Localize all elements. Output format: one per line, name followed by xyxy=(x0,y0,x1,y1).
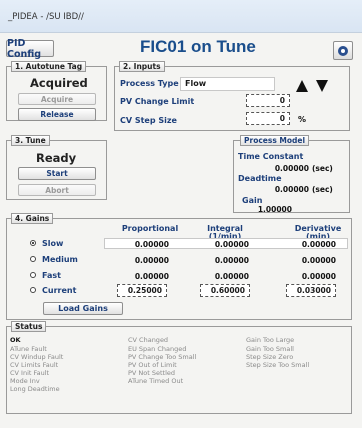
process-type-label: Process Type xyxy=(120,79,179,88)
status-item: Gain Too Small xyxy=(246,345,294,353)
slow-i: 0.00000 xyxy=(214,240,249,249)
pv-change-limit-field[interactable]: 0 xyxy=(246,94,290,107)
status-item: Step Size Zero xyxy=(246,353,294,361)
medium-d: 0.00000 xyxy=(301,256,336,265)
tune-status: Ready xyxy=(36,151,77,165)
medium-p: 0.00000 xyxy=(134,256,169,265)
deadtime-label: Deadtime xyxy=(238,174,282,183)
inputs-group-label: 2. Inputs xyxy=(119,61,165,72)
pid-config-button[interactable]: PID Config xyxy=(6,38,54,60)
medium-i: 0.00000 xyxy=(214,256,249,265)
slow-d: 0.00000 xyxy=(301,240,336,249)
autotune-status: Acquired xyxy=(30,76,88,90)
page-title: FIC01 on Tune xyxy=(140,37,256,56)
start-button[interactable]: Start xyxy=(18,167,96,180)
status-item: PV Out of Limit xyxy=(128,361,177,369)
time-constant-unit: (sec) xyxy=(312,164,333,173)
title-bar: _PIDEA - /SU IBD// xyxy=(0,0,362,33)
arrow-down-icon[interactable] xyxy=(316,80,328,92)
fast-d: 0.00000 xyxy=(301,272,336,281)
process-type-select[interactable]: Flow xyxy=(180,77,275,91)
status-item: EU Span Changed xyxy=(128,345,187,353)
gain-value: 1.00000 xyxy=(257,205,292,214)
gains-group-label: 4. Gains xyxy=(11,213,54,224)
slow-p: 0.00000 xyxy=(134,240,169,249)
process-model-label: Process Model xyxy=(240,135,310,146)
cv-step-size-field[interactable]: 0 xyxy=(246,112,290,125)
time-constant-label: Time Constant xyxy=(238,152,304,161)
medium-label: Medium xyxy=(42,255,78,264)
arrow-up-icon[interactable] xyxy=(296,80,308,92)
status-item: Step Size Too Small xyxy=(246,361,310,369)
acquire-button[interactable]: Acquire xyxy=(18,93,96,105)
status-item: Long Deadtime xyxy=(10,385,60,393)
current-radio[interactable] xyxy=(30,287,36,293)
slow-radio[interactable] xyxy=(30,240,36,246)
status-item: CV Changed xyxy=(128,336,169,344)
status-group: Status xyxy=(6,321,352,414)
fast-i: 0.00000 xyxy=(214,272,249,281)
release-button[interactable]: Release xyxy=(18,108,96,121)
cv-step-unit: % xyxy=(298,115,307,124)
status-item: PV Change Too Small xyxy=(128,353,197,361)
medium-radio[interactable] xyxy=(30,256,36,262)
settings-button[interactable] xyxy=(333,41,353,60)
current-label: Current xyxy=(42,286,77,295)
status-item: OK xyxy=(10,336,21,344)
status-item: CV Limits Fault xyxy=(10,361,59,369)
status-item: Gain Too Large xyxy=(246,336,295,344)
pv-change-limit-label: PV Change Limit xyxy=(120,97,195,106)
load-gains-button[interactable]: Load Gains xyxy=(43,302,123,315)
tune-group-label: 3. Tune xyxy=(11,135,50,146)
gear-icon xyxy=(338,46,348,56)
gain-label: Gain xyxy=(242,196,263,205)
status-item: PV Not Settled xyxy=(128,369,176,377)
current-i-field[interactable]: 0.60000 xyxy=(200,284,250,297)
deadtime-unit: (sec) xyxy=(312,185,333,194)
current-p-field[interactable]: 0.25000 xyxy=(117,284,167,297)
time-constant-value: 0.00000 xyxy=(274,164,309,173)
status-item: ATune Timed Out xyxy=(128,377,184,385)
window-title: _PIDEA - /SU IBD// xyxy=(8,12,84,22)
abort-button[interactable]: Abort xyxy=(18,184,96,196)
col-proportional: Proportional xyxy=(121,224,179,233)
status-item: Mode Inv xyxy=(10,377,40,385)
status-group-label: Status xyxy=(11,321,47,332)
fast-label: Fast xyxy=(42,271,61,280)
status-item: ATune Fault xyxy=(10,345,47,353)
status-item: CV Init Fault xyxy=(10,369,50,377)
fast-radio[interactable] xyxy=(30,272,36,278)
current-d-field[interactable]: 0.03000 xyxy=(286,284,336,297)
cv-step-size-label: CV Step Size xyxy=(120,116,177,125)
deadtime-value: 0.00000 xyxy=(274,185,309,194)
slow-label: Slow xyxy=(42,239,64,248)
autotune-group-label: 1. Autotune Tag xyxy=(11,61,87,72)
status-item: CV Windup Fault xyxy=(10,353,64,361)
fast-p: 0.00000 xyxy=(134,272,169,281)
